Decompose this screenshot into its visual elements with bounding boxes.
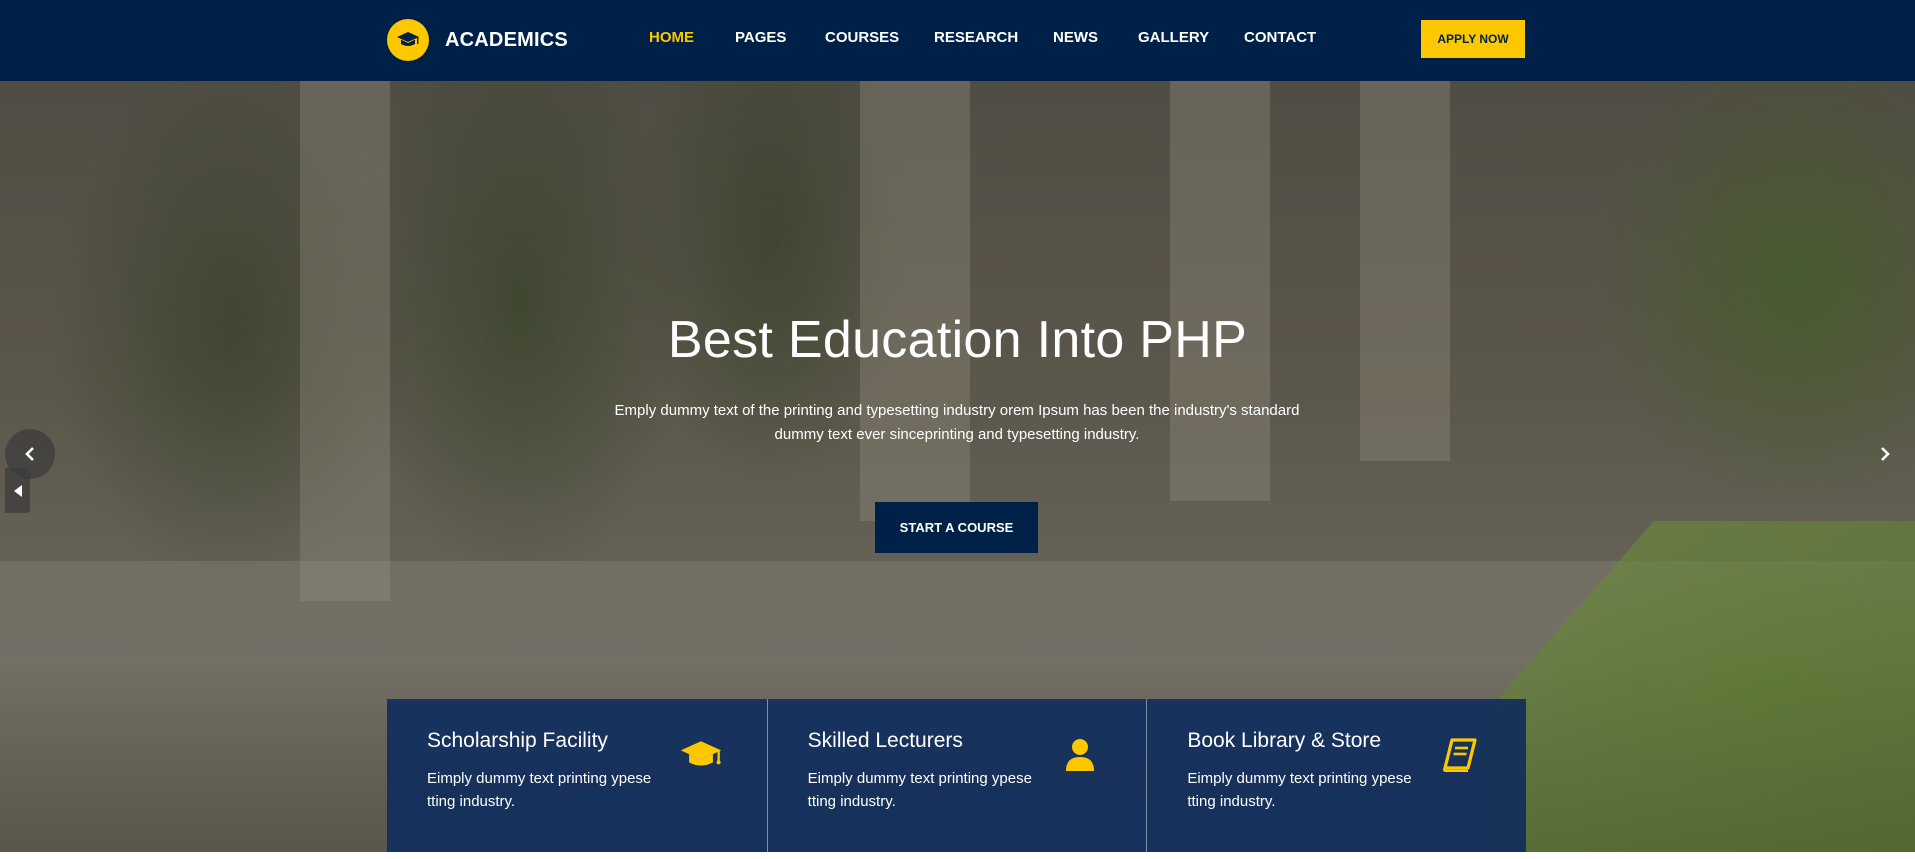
nav-item-contact[interactable]: CONTACT — [1244, 29, 1316, 46]
feature-text: Eimply dummy text printing ypese tting i… — [1187, 770, 1412, 810]
slider-prev-tab[interactable] — [5, 468, 30, 513]
feature-scholarship: Scholarship Facility Eimply dummy text p… — [387, 699, 767, 852]
hero-pillar — [860, 81, 970, 521]
hero-title: Best Education Into PHP — [667, 311, 1248, 369]
hero-subtitle: Emply dummy text of the printing and typ… — [578, 399, 1336, 447]
hero-subtitle-line-2: dummy text ever sinceprinting and typese… — [774, 426, 1140, 443]
feature-boxes: Scholarship Facility Eimply dummy text p… — [387, 699, 1527, 852]
start-course-button[interactable]: START A COURSE — [875, 502, 1038, 553]
nav-item-courses[interactable]: COURSES — [825, 29, 899, 46]
chevron-left-icon — [25, 447, 34, 461]
feature-text: Eimply dummy text printing ypese tting i… — [807, 770, 1032, 810]
hero-subtitle-line-1: Emply dummy text of the printing and typ… — [614, 402, 1300, 419]
chevron-right-icon — [1881, 447, 1890, 461]
nav-item-news[interactable]: NEWS — [1053, 29, 1098, 46]
triangle-left-icon — [13, 484, 22, 497]
hero-pillar — [1360, 81, 1450, 461]
feature-library: Book Library & Store Eimply dummy text p… — [1146, 699, 1527, 852]
nav-item-home[interactable]: HOME — [649, 29, 694, 46]
apply-now-button[interactable]: APPLY NOW — [1421, 20, 1525, 58]
nav-item-research[interactable]: RESEARCH — [934, 29, 1018, 46]
user-icon — [1058, 735, 1102, 775]
feature-text: Eimply dummy text printing ypese tting i… — [427, 770, 652, 810]
site-header: ACADEMICS HOME PAGES COURSES RESEARCH NE… — [0, 0, 1915, 81]
book-icon — [1438, 735, 1482, 775]
slider-next-button[interactable] — [1860, 429, 1910, 479]
graduation-cap-icon — [679, 735, 723, 775]
nav-item-pages[interactable]: PAGES — [735, 29, 786, 46]
main-nav: HOME PAGES COURSES RESEARCH NEWS GALLERY… — [0, 29, 1915, 49]
nav-item-gallery[interactable]: GALLERY — [1138, 29, 1209, 46]
feature-lecturers: Skilled Lecturers Eimply dummy text prin… — [766, 699, 1147, 852]
